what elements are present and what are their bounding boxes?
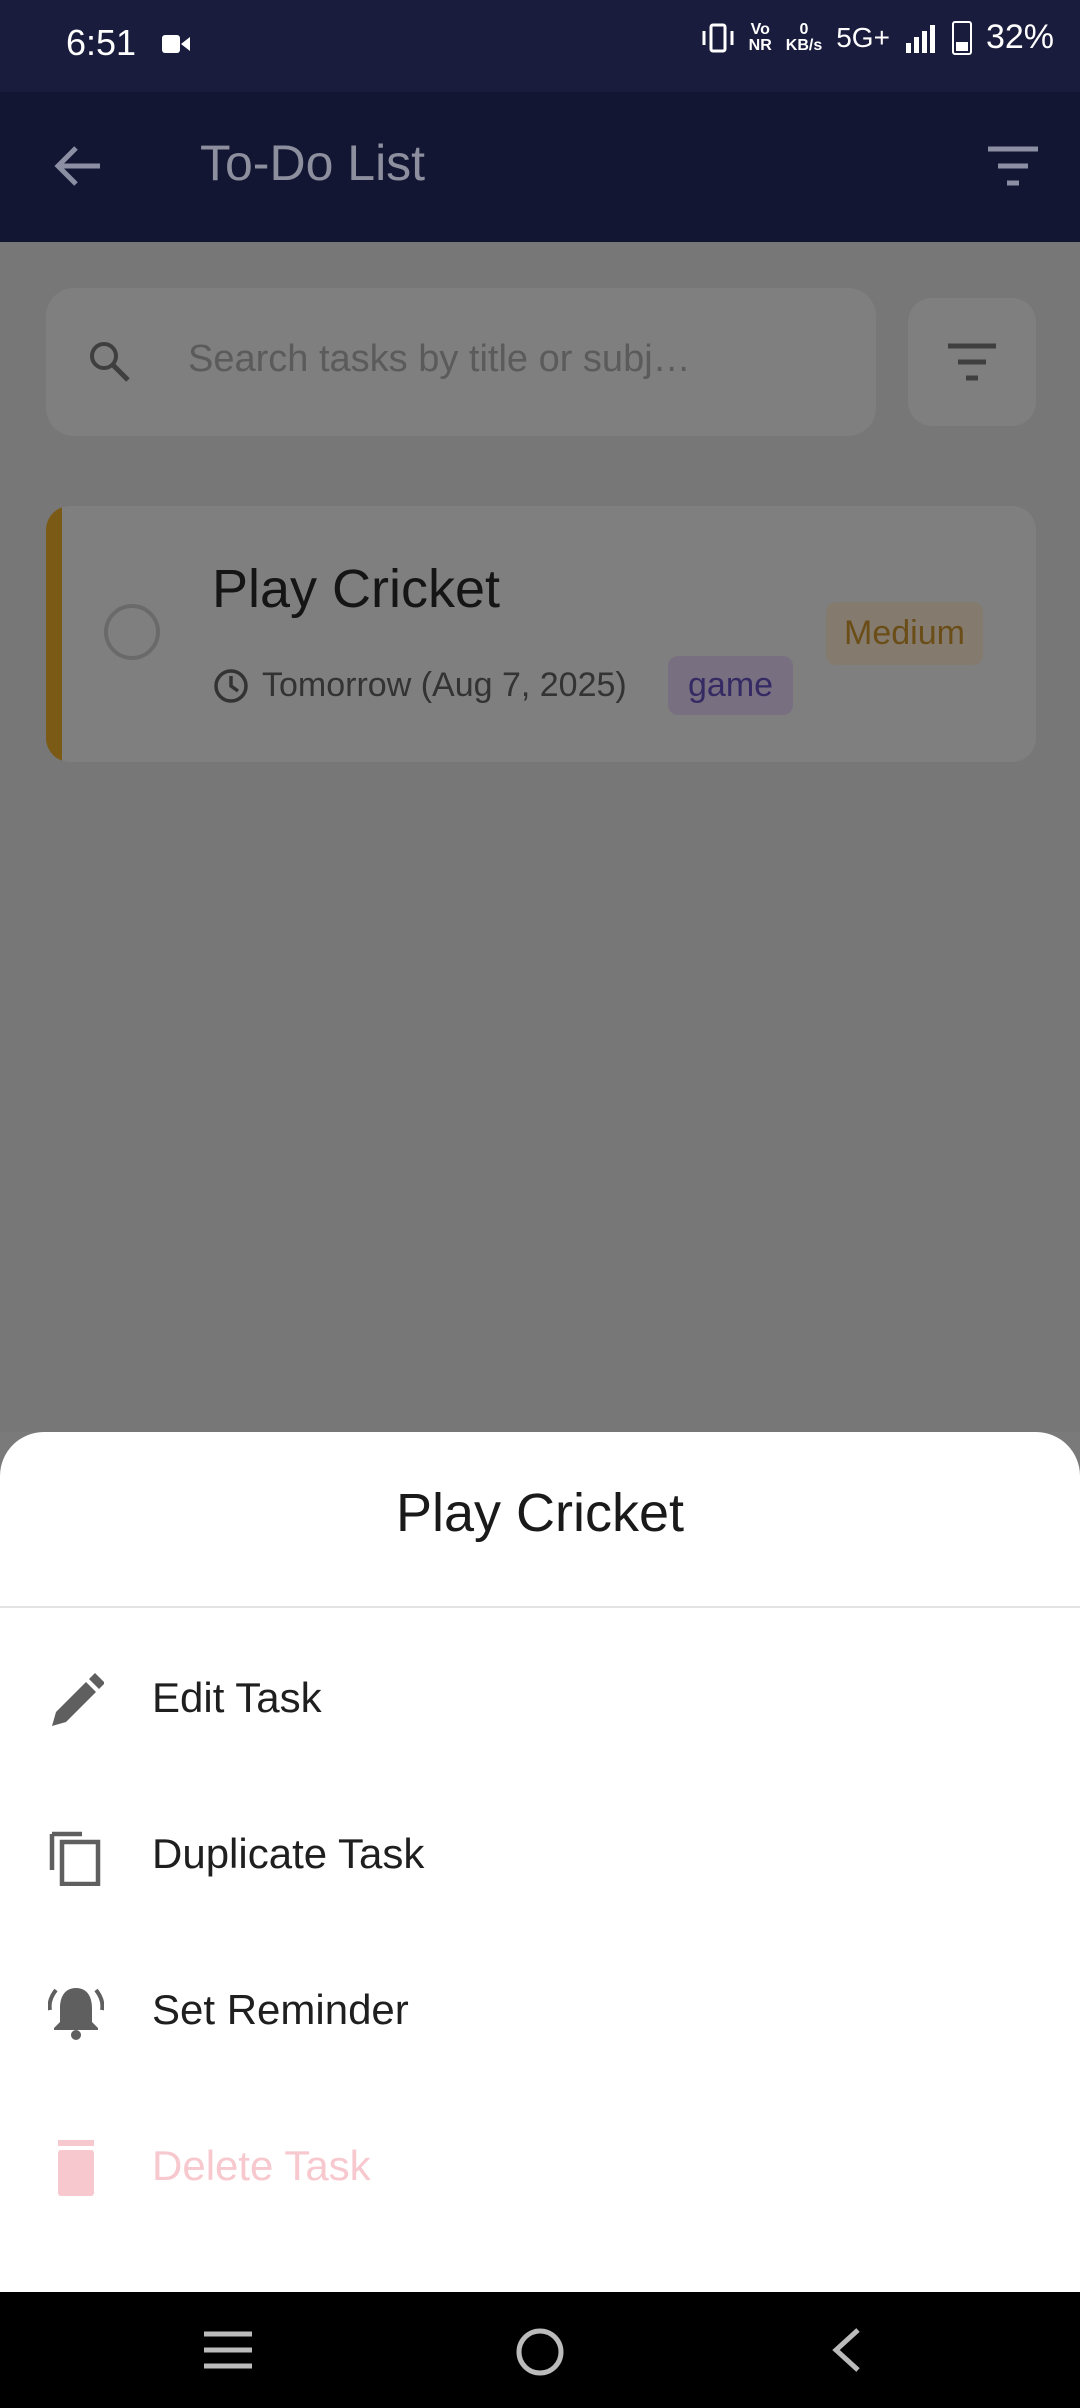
status-time: 6:51 (66, 22, 137, 63)
task-card[interactable]: Play Cricket Tomorrow (Aug 7, 2025) game… (46, 506, 1036, 762)
due-date-text: Tomorrow (Aug 7, 2025) (262, 666, 627, 704)
task-due-date: Tomorrow (Aug 7, 2025) (212, 666, 627, 705)
pencil-icon (52, 1673, 104, 1726)
filter-button[interactable] (908, 298, 1036, 426)
task-tag: game (668, 656, 794, 715)
battery-percent: 32% (985, 18, 1054, 56)
priority-badge: Medium (826, 602, 983, 665)
sheet-title: Play Cricket (395, 1483, 685, 1543)
back-arrow-icon[interactable] (50, 138, 106, 194)
network-type: 5G+ (836, 21, 890, 53)
set-reminder-label: Set Reminder (152, 1986, 409, 2033)
search-icon (90, 342, 130, 382)
filter-icon[interactable] (986, 144, 1040, 188)
clock-icon (214, 668, 248, 703)
signal-icon (905, 24, 935, 53)
status-bar: 6:51 Vo NR 0 KB/s 5G+ 32% (0, 0, 1080, 92)
edit-task-label: Edit Task (152, 1674, 322, 1721)
recents-icon[interactable] (202, 2326, 254, 2374)
edit-task-button[interactable]: Edit Task (0, 1622, 1080, 1778)
app-bar: To-Do List (0, 92, 1080, 242)
task-actions-sheet: Play Cricket Edit Task Duplicate Task Se… (0, 1432, 1080, 2292)
priority-stripe (46, 506, 62, 762)
vibrate-icon (702, 23, 734, 52)
system-back-icon[interactable] (826, 2326, 866, 2374)
bell-icon (48, 1988, 104, 2040)
page-title: To-Do List (200, 135, 426, 191)
battery-icon (951, 20, 972, 55)
copy-icon (49, 1831, 101, 1886)
volte-indicator: Vo NR (748, 20, 772, 54)
delete-task-button[interactable]: Delete Task (0, 2090, 1080, 2246)
duplicate-task-button[interactable]: Duplicate Task (0, 1778, 1080, 1934)
set-reminder-button[interactable]: Set Reminder (0, 1934, 1080, 2090)
network-speed: 0 KB/s (785, 20, 823, 54)
task-list-area: Search tasks by title or subj… Play Cric… (0, 242, 1080, 1612)
video-record-icon (162, 35, 190, 53)
home-icon[interactable] (514, 2326, 566, 2378)
delete-task-label: Delete Task (152, 2142, 371, 2189)
search-bar[interactable]: Search tasks by title or subj… (46, 288, 876, 436)
trash-icon (58, 2140, 94, 2196)
divider (0, 1606, 1080, 1608)
task-title: Play Cricket (212, 559, 501, 619)
system-nav-bar (0, 2292, 1080, 2408)
status-indicators: Vo NR 0 KB/s 5G+ 32% (701, 18, 1054, 57)
duplicate-task-label: Duplicate Task (152, 1830, 425, 1877)
complete-checkbox[interactable] (104, 604, 160, 660)
filter-icon (948, 343, 996, 381)
search-input[interactable]: Search tasks by title or subj… (188, 338, 691, 381)
